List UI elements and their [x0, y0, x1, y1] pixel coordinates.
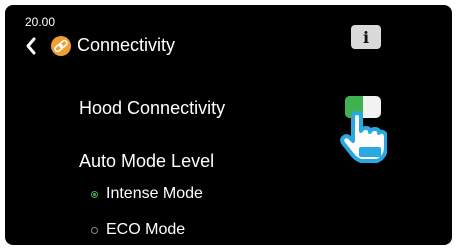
back-button[interactable] — [23, 35, 39, 57]
radio-label: Intense Mode — [106, 185, 203, 202]
page-title: Connectivity — [77, 35, 176, 55]
auto-mode-level-label: Auto Mode Level — [79, 151, 215, 171]
info-button[interactable]: i — [351, 25, 381, 49]
radio-eco-mode[interactable]: ECO Mode — [91, 221, 185, 239]
status-time: 20.00 — [25, 15, 56, 29]
tap-hand-icon — [340, 111, 387, 163]
chevron-left-icon — [26, 37, 36, 55]
radio-label: ECO Mode — [106, 221, 186, 238]
radio-indicator — [91, 190, 98, 198]
link-icon — [51, 36, 71, 56]
radio-indicator — [91, 226, 98, 234]
info-icon: i — [362, 27, 370, 47]
radio-intense-mode[interactable]: Intense Mode — [91, 185, 203, 203]
device-screen: 20.00 Connectivity i Hood Connectivity A… — [5, 5, 452, 245]
hood-connectivity-label: Hood Connectivity — [79, 98, 226, 118]
